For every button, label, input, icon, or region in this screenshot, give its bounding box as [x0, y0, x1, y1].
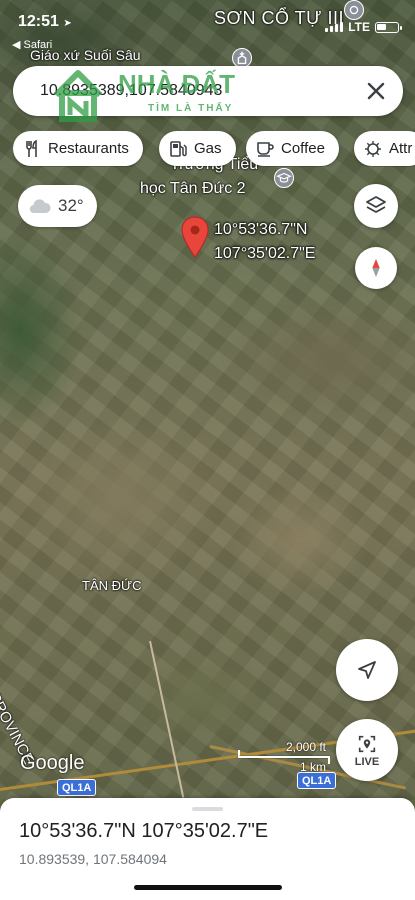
map-label-school-line2: học Tân Đức 2 [140, 180, 246, 197]
fork-knife-icon [26, 139, 37, 157]
chip-gas-label: Gas [194, 140, 222, 157]
chip-attractions-label: Attr [389, 140, 413, 157]
battery-icon [375, 21, 402, 33]
sheet-grabber[interactable] [192, 807, 223, 811]
status-bar: 12:51 ➤ ◀ Safari LTE [0, 0, 415, 56]
map-pin-icon[interactable] [180, 216, 210, 258]
weather-temperature: 32° [58, 196, 84, 215]
scale-imperial: 2,000 ft [285, 740, 326, 754]
layers-button[interactable] [354, 184, 398, 228]
signal-icon [325, 22, 344, 32]
gas-pump-icon [170, 140, 187, 157]
attractions-icon [365, 140, 381, 157]
school-icon[interactable] [274, 168, 294, 188]
compass-button[interactable] [355, 247, 397, 289]
map-label-tan-duc: TÂN ĐỨC [82, 578, 142, 593]
network-type: LTE [348, 20, 370, 34]
back-to-safari-link[interactable]: ◀ Safari [12, 38, 52, 51]
chip-gas[interactable]: Gas [159, 131, 236, 166]
cloud-icon [29, 199, 51, 214]
weather-badge[interactable]: 32° [18, 185, 97, 227]
place-title: 10°53'36.7"N 107°35'02.7"E [19, 820, 269, 842]
scale-metric: 1 km [299, 760, 326, 774]
location-arrow-icon: ➤ [63, 18, 72, 29]
home-indicator[interactable] [134, 885, 282, 890]
live-view-icon [358, 735, 376, 752]
google-logo: Google [20, 752, 85, 774]
chip-restaurants-label: Restaurants [48, 140, 129, 157]
status-time: 12:51 ➤ [18, 13, 72, 30]
pin-coordinates-label: 10°53'36.7"N 107°35'02.7"E [214, 218, 315, 266]
local-road [149, 640, 185, 798]
live-label: LIVE [354, 755, 380, 768]
chip-restaurants[interactable]: Restaurants [13, 131, 143, 166]
chip-coffee-label: Coffee [281, 140, 325, 157]
status-right: LTE [325, 20, 402, 34]
pin-latitude: 10°53'36.7"N [214, 221, 308, 238]
chip-attractions[interactable]: Attr [354, 131, 415, 166]
search-bar[interactable]: 10.8935389,107.5840943 [13, 66, 403, 116]
category-chips: Restaurants Gas Coffee Attr [13, 131, 415, 167]
chip-coffee[interactable]: Coffee [246, 131, 339, 166]
road-shield-ql1a: QL1A [57, 779, 97, 796]
close-icon[interactable] [363, 78, 389, 104]
coffee-cup-icon [257, 141, 274, 157]
navigation-arrow-icon [358, 661, 376, 679]
my-location-button[interactable] [336, 639, 398, 701]
search-query[interactable]: 10.8935389,107.5840943 [40, 82, 222, 100]
map-scale: 2,000 ft 1 km [238, 738, 330, 778]
compass-icon [372, 258, 380, 278]
pin-longitude: 107°35'02.7"E [214, 245, 316, 262]
place-decimal-coordinates: 10.893539, 107.584094 [19, 851, 167, 867]
live-view-button[interactable]: LIVE [336, 719, 398, 781]
layers-icon [366, 196, 386, 213]
